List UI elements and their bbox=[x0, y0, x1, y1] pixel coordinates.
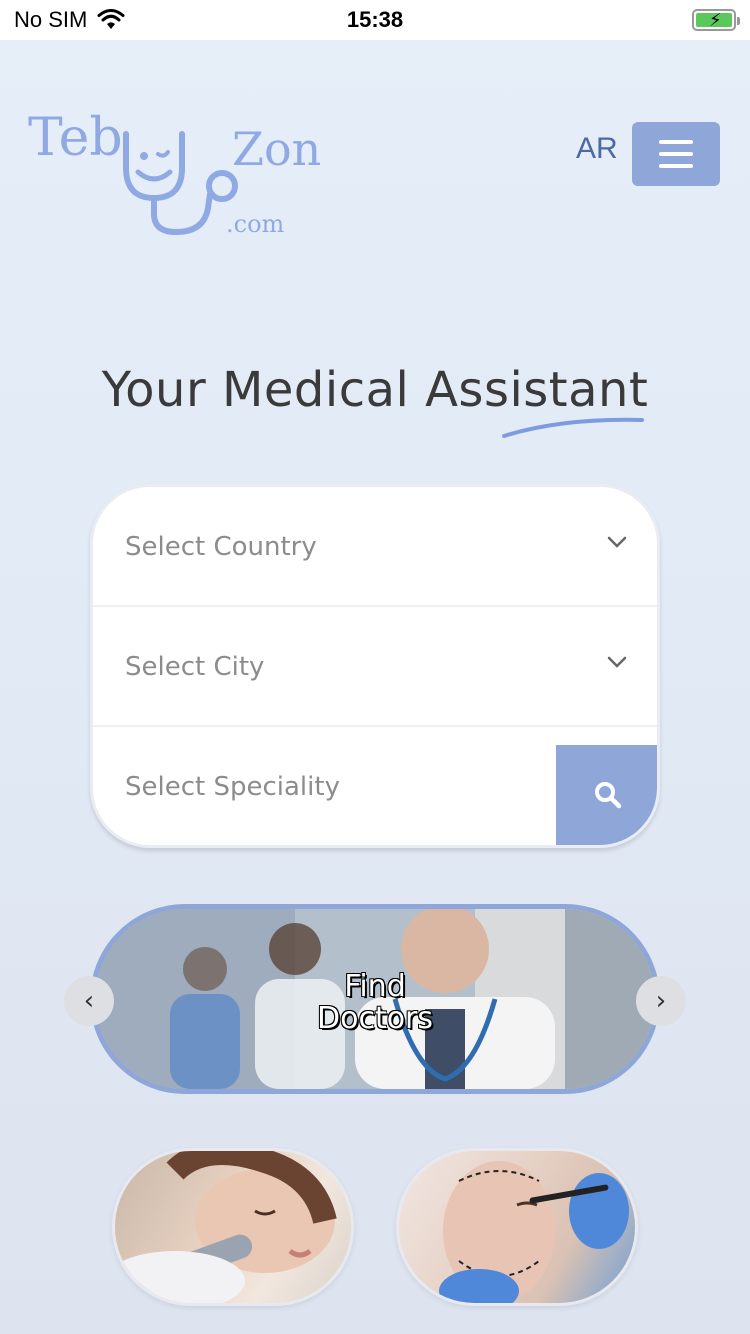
country-select-placeholder: Select Country bbox=[125, 532, 317, 562]
menu-button[interactable] bbox=[632, 122, 720, 186]
language-toggle[interactable]: AR bbox=[576, 132, 618, 166]
city-select-placeholder: Select City bbox=[125, 652, 265, 682]
country-select[interactable]: Select Country bbox=[93, 487, 657, 607]
carousel-slide[interactable]: Find Doctors bbox=[90, 904, 660, 1094]
carousel-next-button[interactable]: › bbox=[636, 976, 686, 1026]
hamburger-icon bbox=[659, 140, 693, 144]
category-skincare[interactable] bbox=[112, 1148, 354, 1306]
chevron-left-icon: ‹ bbox=[83, 986, 95, 1016]
speciality-select-placeholder: Select Speciality bbox=[125, 772, 340, 802]
skincare-image bbox=[115, 1151, 337, 1303]
status-bar: No SIM 15:38 ⚡ bbox=[0, 0, 750, 40]
app-logo[interactable]: Teb Zon .com bbox=[28, 108, 348, 248]
search-icon bbox=[595, 782, 622, 809]
carousel-slide-label: Find Doctors bbox=[316, 969, 434, 1036]
chevron-down-icon bbox=[607, 656, 627, 668]
search-form: Select Country Select City Select Specia… bbox=[90, 484, 660, 848]
chevron-down-icon bbox=[607, 536, 627, 548]
chevron-right-icon: › bbox=[655, 986, 667, 1016]
plastic-surgery-image bbox=[439, 1161, 629, 1303]
city-select[interactable]: Select City bbox=[93, 607, 657, 727]
page-title: Your Medical Assistant bbox=[101, 362, 649, 418]
clock: 15:38 bbox=[346, 7, 404, 32]
logo-text-domain: .com bbox=[226, 210, 285, 238]
title-underline-decoration bbox=[502, 417, 644, 438]
category-plastic-surgery[interactable] bbox=[396, 1148, 638, 1306]
carousel-prev-button[interactable]: ‹ bbox=[64, 976, 114, 1026]
logo-text-zon: Zon bbox=[232, 122, 322, 176]
battery-charging-icon: ⚡ bbox=[692, 9, 740, 31]
logo-text-teb: Teb bbox=[28, 108, 123, 168]
